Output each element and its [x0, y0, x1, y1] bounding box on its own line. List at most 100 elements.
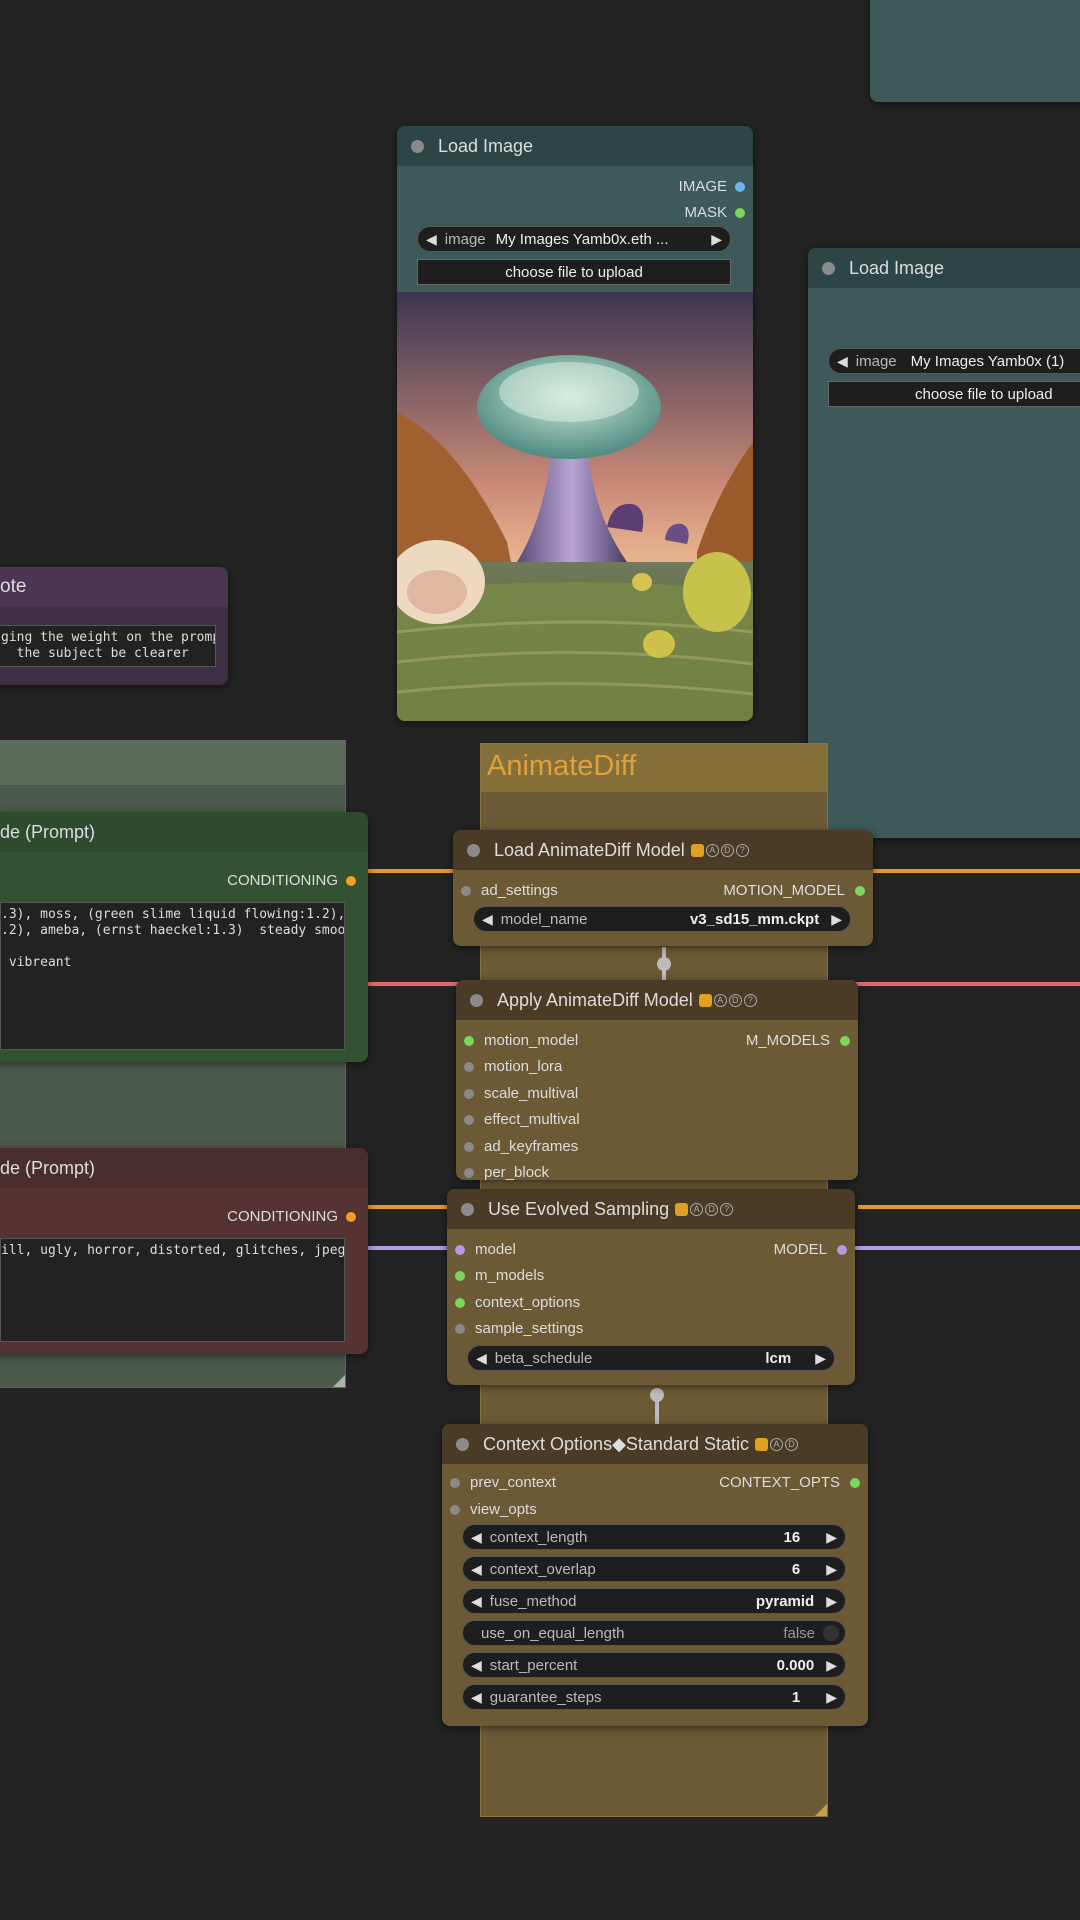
arrow-left-icon[interactable]: ◀ — [829, 353, 856, 370]
arrow-left-icon[interactable]: ◀ — [463, 1529, 490, 1546]
node-collapse-dot[interactable] — [456, 1437, 469, 1451]
choose-file-upload-button-2[interactable]: choose file to upload — [828, 381, 1080, 407]
m-models-dot[interactable] — [840, 1035, 850, 1046]
image-select-widget-1[interactable]: ◀ image My Images Yamb0x.eth ... ▶ — [417, 226, 731, 252]
beta-schedule-value: lcm — [765, 1349, 792, 1367]
view-opts-label: view_opts — [470, 1501, 537, 1518]
arrow-right-icon[interactable]: ▶ — [818, 1529, 845, 1546]
scale-multival-input[interactable]: scale_multival — [464, 1085, 578, 1102]
sample-settings-input[interactable]: sample_settings — [455, 1320, 583, 1337]
arrow-right-icon[interactable]: ▶ — [818, 1561, 845, 1578]
ad-keyframes-dot[interactable] — [464, 1141, 474, 1152]
node-collapse-dot[interactable] — [467, 843, 480, 857]
node-collapse-dot[interactable] — [822, 261, 835, 275]
context-opts-dot[interactable] — [850, 1477, 860, 1488]
arrow-right-icon[interactable]: ▶ — [703, 231, 730, 248]
ad-keyframes-input[interactable]: ad_keyframes — [464, 1138, 578, 1155]
model-output-dot[interactable] — [837, 1244, 847, 1255]
use-on-equal-length-toggle[interactable]: use_on_equal_length false — [462, 1620, 846, 1646]
negative-prompt-textarea[interactable]: ill, ugly, horror, distorted, glitches, … — [0, 1238, 345, 1342]
effect-multival-input[interactable]: effect_multival — [464, 1111, 580, 1128]
ad-settings-input[interactable]: ad_settings — [461, 882, 558, 899]
model-output[interactable]: MODEL — [774, 1241, 847, 1258]
model-input[interactable]: model — [455, 1241, 516, 1258]
context-options-input-dot[interactable] — [455, 1297, 465, 1308]
mask-output[interactable]: MASK — [684, 204, 745, 221]
help-icon[interactable]: ? — [735, 843, 749, 857]
arrow-left-icon[interactable]: ◀ — [418, 231, 445, 248]
m-models-input[interactable]: m_models — [455, 1267, 544, 1284]
positive-conditioning-output[interactable]: CONDITIONING — [227, 872, 356, 889]
start-percent-widget[interactable]: ◀ start_percent 0.000 ▶ — [462, 1652, 846, 1678]
node-collapse-dot[interactable] — [470, 993, 483, 1007]
motion-lora-dot[interactable] — [464, 1061, 474, 1072]
help-icon[interactable]: ? — [743, 993, 757, 1007]
view-opts-dot[interactable] — [450, 1504, 460, 1515]
m-models-input-dot[interactable] — [455, 1270, 465, 1281]
note-node[interactable]: ote ging the weight on the prompt the su… — [0, 567, 228, 685]
conditioning-output-dot[interactable] — [346, 1211, 356, 1222]
scale-multival-dot[interactable] — [464, 1088, 474, 1099]
load-image-node-2[interactable]: Load Image ◀ image My Images Yamb0x (1) … — [808, 248, 1080, 838]
partial-node-top-right[interactable] — [870, 0, 1080, 102]
image-output[interactable]: IMAGE — [679, 178, 745, 195]
context-overlap-widget[interactable]: ◀ context_overlap 6 ▶ — [462, 1556, 846, 1582]
mask-output-dot[interactable] — [735, 207, 745, 218]
arrow-right-icon[interactable]: ▶ — [823, 911, 850, 928]
context-options-input[interactable]: context_options — [455, 1294, 580, 1311]
link-reroute-dot-2[interactable] — [650, 1388, 664, 1402]
arrow-left-icon[interactable]: ◀ — [463, 1689, 490, 1706]
note-textarea[interactable]: ging the weight on the prompt the subjec… — [0, 625, 216, 667]
fuse-method-widget[interactable]: ◀ fuse_method pyramid ▶ — [462, 1588, 846, 1614]
node-collapse-dot[interactable] — [411, 139, 424, 153]
context-opts-output[interactable]: CONTEXT_OPTS — [719, 1474, 860, 1491]
motion-lora-input[interactable]: motion_lora — [464, 1058, 562, 1075]
motion-model-input[interactable]: motion_model — [464, 1032, 578, 1049]
motion-model-dot[interactable] — [855, 885, 865, 896]
model-input-dot[interactable] — [455, 1244, 465, 1255]
load-image-node-1[interactable]: Load Image IMAGE MASK ◀ image My Images … — [397, 126, 753, 721]
ad-settings-dot[interactable] — [461, 885, 471, 896]
arrow-left-icon[interactable]: ◀ — [463, 1561, 490, 1578]
model-name-widget[interactable]: ◀ model_name v3_sd15_mm.ckpt ▶ — [473, 906, 851, 932]
prev-context-dot[interactable] — [450, 1477, 460, 1488]
prev-context-input[interactable]: prev_context — [450, 1474, 556, 1491]
arrow-left-icon[interactable]: ◀ — [468, 1350, 495, 1367]
context-options-node[interactable]: Context Options◆Standard Static A D prev… — [442, 1424, 868, 1726]
toggle-knob-icon[interactable] — [823, 1625, 839, 1641]
positive-prompt-textarea[interactable]: .3), moss, (green slime liquid flowing:1… — [0, 902, 345, 1050]
help-icon[interactable]: ? — [720, 1202, 734, 1216]
m-models-output[interactable]: M_MODELS — [746, 1032, 850, 1049]
beta-schedule-widget[interactable]: ◀ beta_schedule lcm ▶ — [467, 1345, 835, 1371]
negative-conditioning-output[interactable]: CONDITIONING — [227, 1208, 356, 1225]
negative-prompt-node[interactable]: de (Prompt) CONDITIONING ill, ugly, horr… — [0, 1148, 368, 1354]
choose-file-upload-button-1[interactable]: choose file to upload — [417, 259, 731, 285]
evolved-sampling-node[interactable]: Use Evolved Sampling A D ? model MODEL m… — [447, 1189, 855, 1385]
image-output-dot[interactable] — [735, 181, 745, 192]
guarantee-steps-widget[interactable]: ◀ guarantee_steps 1 ▶ — [462, 1684, 846, 1710]
per-block-dot[interactable] — [464, 1167, 474, 1178]
image-select-widget-2[interactable]: ◀ image My Images Yamb0x (1) — [828, 348, 1080, 374]
motion-model-output[interactable]: MOTION_MODEL — [723, 882, 865, 899]
node-collapse-dot[interactable] — [461, 1202, 474, 1216]
arrow-right-icon[interactable]: ▶ — [807, 1350, 834, 1367]
arrow-left-icon[interactable]: ◀ — [463, 1593, 490, 1610]
per-block-input[interactable]: per_block — [464, 1164, 549, 1180]
motion-model-input-dot[interactable] — [464, 1035, 474, 1046]
group-resize-handle-animatediff[interactable] — [815, 1804, 827, 1816]
positive-prompt-node[interactable]: de (Prompt) CONDITIONING .3), moss, (gre… — [0, 812, 368, 1062]
context-length-widget[interactable]: ◀ context_length 16 ▶ — [462, 1524, 846, 1550]
effect-multival-dot[interactable] — [464, 1114, 474, 1125]
arrow-left-icon[interactable]: ◀ — [474, 911, 501, 928]
conditioning-output-dot[interactable] — [346, 875, 356, 886]
apply-animatediff-node[interactable]: Apply AnimateDiff Model A D ? motion_mod… — [456, 980, 858, 1180]
load-animatediff-node[interactable]: Load AnimateDiff Model A D ? ad_settings… — [453, 830, 873, 946]
sample-settings-dot[interactable] — [455, 1323, 465, 1334]
arrow-left-icon[interactable]: ◀ — [463, 1657, 490, 1674]
arrow-right-icon[interactable]: ▶ — [818, 1689, 845, 1706]
group-resize-handle-green[interactable] — [333, 1375, 345, 1387]
view-opts-input[interactable]: view_opts — [450, 1501, 537, 1518]
arrow-right-icon[interactable]: ▶ — [818, 1593, 845, 1610]
arrow-right-icon[interactable]: ▶ — [818, 1657, 845, 1674]
link-reroute-dot[interactable] — [657, 957, 671, 971]
